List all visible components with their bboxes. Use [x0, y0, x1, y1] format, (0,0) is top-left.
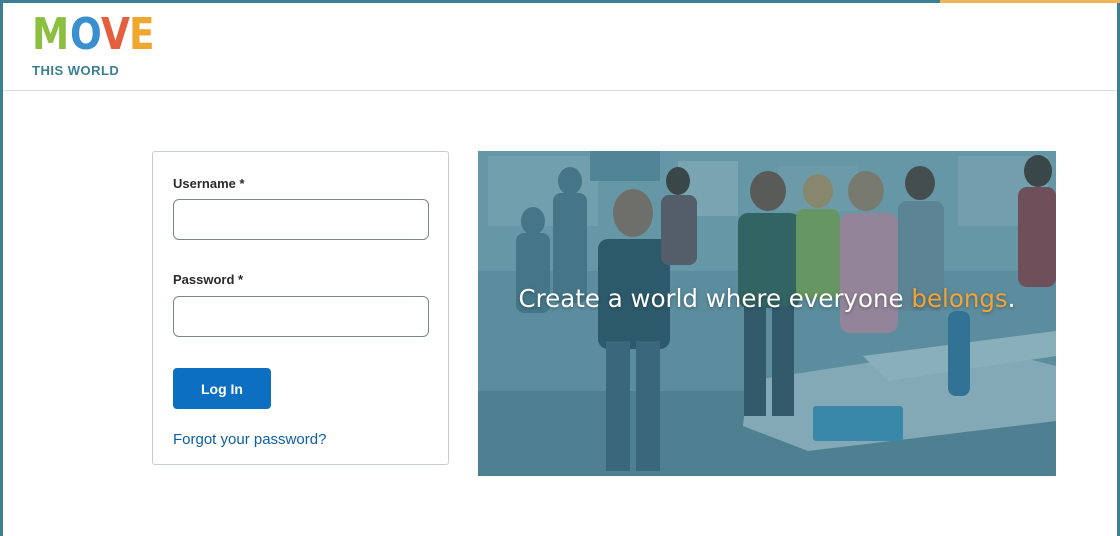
logo-letter-e: E [129, 9, 155, 60]
username-input[interactable] [173, 199, 429, 240]
tagline-accent: belongs [911, 284, 1008, 313]
hero-tint [478, 151, 1056, 476]
logo-letter-v: V [101, 9, 130, 60]
password-input[interactable] [173, 296, 429, 337]
logo-letter-o: O [69, 9, 102, 60]
login-button[interactable]: Log In [173, 368, 271, 409]
hero-image: Create a world where everyone belongs. [478, 151, 1056, 476]
login-form: Username * Password * Log In Forgot your… [152, 151, 449, 465]
hero-tagline: Create a world where everyone belongs. [478, 284, 1056, 313]
forgot-password-link[interactable]: Forgot your password? [173, 431, 326, 448]
tagline-prefix: Create a world where everyone [518, 284, 912, 313]
logo-subtitle: THIS WORLD [32, 63, 120, 78]
site-header: M O V E THIS WORLD [3, 3, 1117, 91]
move-this-world-logo[interactable]: M O V E THIS WORLD [32, 9, 155, 83]
password-label: Password * [173, 272, 244, 287]
username-label: Username * [173, 176, 245, 191]
logo-letter-m: M [32, 9, 69, 60]
tagline-suffix: . [1007, 284, 1016, 313]
logo-wordmark: M O V E [32, 9, 155, 60]
